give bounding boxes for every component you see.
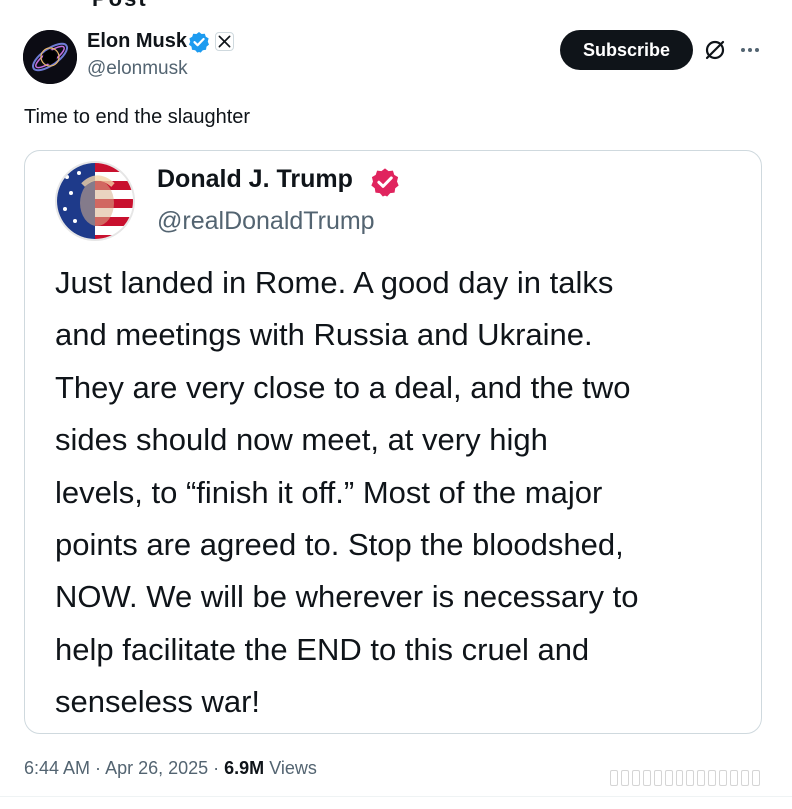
quoted-author-name[interactable]: Donald J. Trump — [157, 165, 353, 194]
quoted-post-text: Just landed in Rome. A good day in talks… — [55, 257, 745, 729]
quoted-text-line: levels, to “finish it off.” Most of the … — [55, 474, 603, 510]
quoted-text-line: sides should now meet, at very high — [55, 422, 548, 458]
author-avatar[interactable] — [23, 30, 77, 84]
quoted-text-line: They are very close to a deal, and the t… — [55, 369, 631, 405]
post-text: Time to end the slaughter — [24, 106, 251, 128]
quoted-text-line: senseless war! — [55, 684, 261, 720]
post-metadata: 6:44 AM · Apr 26, 2025 · 6.9M Views — [24, 758, 317, 778]
verified-badge-icon — [189, 32, 209, 53]
watermark — [610, 768, 760, 788]
x-logo-icon — [215, 32, 234, 51]
subscribe-button[interactable]: Subscribe — [560, 30, 693, 70]
quoted-text-line: points are agreed to. Stop the bloodshed… — [55, 527, 624, 563]
views-label: Views — [269, 758, 317, 778]
views-count: 6.9M — [224, 758, 265, 778]
quoted-author-avatar[interactable] — [55, 161, 135, 241]
more-icon[interactable] — [738, 38, 762, 62]
grok-icon[interactable] — [703, 38, 727, 62]
quoted-text-line: help facilitate the END to this cruel an… — [55, 631, 590, 667]
author-name[interactable]: Elon Musk — [87, 30, 187, 53]
quoted-text-line: Just landed in Rome. A good day in talks — [55, 265, 614, 300]
quoted-author-handle[interactable]: @realDonaldTrump — [157, 207, 375, 236]
post-date[interactable]: Apr 26, 2025 — [105, 758, 208, 778]
quoted-text-line: NOW. We will be wherever is necessary to — [55, 579, 639, 615]
header-cut-text: Post — [92, 0, 148, 12]
divider — [0, 796, 792, 797]
post-time[interactable]: 6:44 AM — [24, 758, 90, 778]
quoted-post-card[interactable]: Donald J. Trump @realDonaldTrump Just la… — [24, 150, 762, 734]
author-handle[interactable]: @elonmusk — [87, 58, 188, 80]
verified-badge-icon — [371, 168, 399, 197]
quoted-text-line: and meetings with Russia and Ukraine. — [55, 317, 593, 353]
